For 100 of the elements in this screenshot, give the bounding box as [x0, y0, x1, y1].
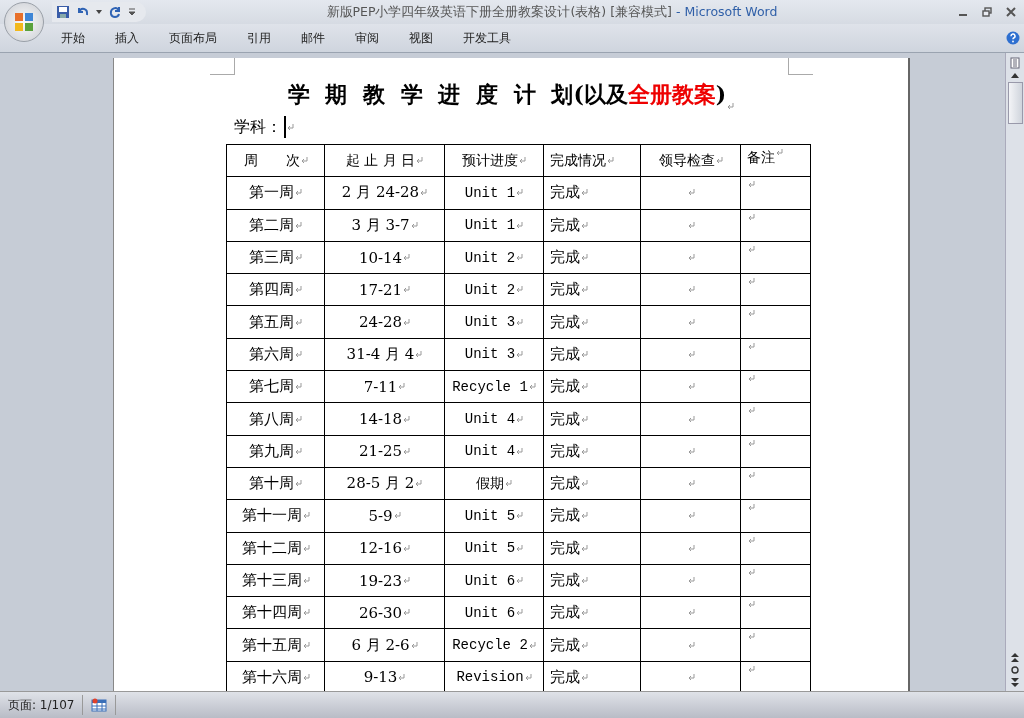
paragraph-mark-icon: [295, 254, 302, 262]
ribbon-tab[interactable]: 插入: [102, 27, 152, 49]
paragraph-mark-icon: [581, 415, 588, 423]
paragraph-mark-icon: [687, 641, 695, 649]
paragraph-mark-icon: [302, 641, 310, 649]
ribbon-tab[interactable]: 开发工具: [450, 27, 524, 49]
table-cell: Unit 1: [464, 184, 516, 201]
paragraph-mark-icon: [581, 512, 588, 520]
table-cell: Unit 3: [464, 346, 516, 363]
paragraph-mark-icon: [581, 221, 588, 229]
office-button[interactable]: [4, 2, 44, 42]
previous-page-icon[interactable]: [1011, 653, 1019, 662]
paragraph-mark-icon: [748, 278, 755, 286]
paragraph-mark-icon: [687, 577, 695, 584]
paragraph-mark-icon: [524, 673, 532, 681]
paragraph-mark-icon: [420, 189, 428, 197]
table-cell: Unit 2: [464, 249, 516, 266]
vertical-scrollbar[interactable]: [1005, 53, 1024, 691]
paragraph-mark-icon: [687, 447, 695, 455]
save-icon[interactable]: [56, 5, 70, 19]
paragraph-mark-icon: [416, 157, 424, 165]
paragraph-mark-icon: [516, 286, 524, 294]
paragraph-mark-icon: [403, 415, 411, 423]
table-cell: 9-13: [363, 668, 398, 687]
paragraph-mark-icon: [776, 149, 783, 156]
paragraph-mark-icon: [403, 447, 411, 455]
paragraph-mark-icon: [295, 383, 302, 391]
office-logo-icon: [13, 11, 35, 33]
ribbon-tab[interactable]: 页面布局: [156, 27, 230, 49]
close-icon[interactable]: [1006, 7, 1016, 17]
browse-object-icon[interactable]: [1011, 666, 1019, 674]
table-cell: 7-11: [363, 377, 398, 396]
paragraph-mark-icon: [516, 221, 524, 229]
ruler-icon[interactable]: [1010, 57, 1020, 69]
paragraph-mark-icon: [687, 512, 695, 520]
restore-icon[interactable]: [982, 7, 992, 17]
paragraph-mark-icon: [748, 310, 755, 318]
table-cell: 6 月 2-6: [351, 635, 410, 655]
paragraph-mark-icon: [727, 103, 735, 110]
table-cell: 第十周: [249, 474, 294, 494]
paragraph-mark-icon: [403, 544, 411, 552]
paragraph-mark-icon: [687, 383, 695, 391]
paragraph-mark-icon: [748, 536, 755, 544]
table-cell: 第二周: [249, 215, 294, 235]
table-cell: Unit 4: [464, 411, 516, 427]
table-cell: 第七周: [249, 377, 294, 397]
paragraph-mark-icon: [748, 181, 755, 189]
paragraph-mark-icon: [581, 641, 588, 649]
paragraph-mark-icon: [300, 157, 308, 165]
column-header: 周 次: [243, 151, 300, 170]
paragraph-mark-icon: [581, 577, 588, 584]
paragraph-mark-icon: [516, 318, 524, 326]
table-cell: 3 月 3-7: [351, 215, 410, 235]
paragraph-mark-icon: [415, 480, 423, 488]
caret-icon[interactable]: [96, 10, 102, 14]
paragraph-mark-icon: [403, 577, 411, 584]
redo-icon[interactable]: [108, 5, 122, 19]
paragraph-mark-icon: [516, 350, 524, 358]
table-cell: 第九周: [249, 441, 294, 461]
next-page-icon[interactable]: [1011, 678, 1019, 687]
paragraph-mark-icon: [687, 254, 695, 262]
ribbon-tab[interactable]: 审阅: [342, 27, 392, 49]
table-cell: 31-4 月 4: [346, 344, 415, 364]
table-cell: 第一周: [249, 183, 294, 203]
table-icon[interactable]: [91, 698, 108, 712]
table-cell: 第十三周: [241, 571, 302, 590]
table-cell: 完成: [550, 474, 580, 494]
paragraph-mark-icon: [715, 157, 723, 165]
table-cell: 10-14: [358, 248, 403, 267]
paragraph-mark-icon: [748, 375, 755, 383]
table-cell: 完成: [550, 667, 580, 687]
ribbon-tab[interactable]: 引用: [234, 27, 284, 49]
ribbon-tab[interactable]: 邮件: [288, 27, 338, 49]
table-cell: 第十四周: [241, 603, 302, 623]
paragraph-mark-icon: [581, 286, 588, 294]
paragraph-mark-icon: [748, 439, 755, 447]
paragraph-mark-icon: [302, 544, 310, 552]
paragraph-mark-icon: [295, 318, 302, 326]
paragraph-mark-icon: [528, 641, 536, 649]
table-cell: Unit 5: [464, 540, 516, 557]
paragraph-mark-icon: [687, 221, 695, 229]
scroll-up-icon[interactable]: [1011, 73, 1019, 78]
window-title: 新版PEP小学四年级英语下册全册教案设计(表格) [兼容模式]: [326, 3, 672, 19]
table-cell: 14-18: [358, 410, 403, 428]
ribbon-tab[interactable]: 开始: [48, 27, 98, 49]
table-cell: Revision: [456, 669, 524, 686]
app-name: - Microsoft Word: [676, 3, 778, 19]
paragraph-mark-icon: [687, 544, 695, 552]
paragraph-mark-icon: [403, 609, 411, 617]
scroll-thumb[interactable]: [1007, 82, 1023, 124]
table-cell: 第四周: [249, 280, 294, 300]
paragraph-mark-icon: [748, 568, 755, 576]
paragraph-mark-icon: [295, 480, 302, 488]
page-count[interactable]: 页面: 1/107: [0, 695, 84, 715]
ribbon-tab[interactable]: 视图: [396, 27, 446, 49]
help-icon[interactable]: [1006, 31, 1020, 45]
customize-caret-icon[interactable]: [128, 8, 136, 16]
table-cell: 21-25: [358, 442, 403, 461]
table-cell: 第三周: [249, 248, 294, 268]
paragraph-mark-icon: [687, 318, 695, 326]
